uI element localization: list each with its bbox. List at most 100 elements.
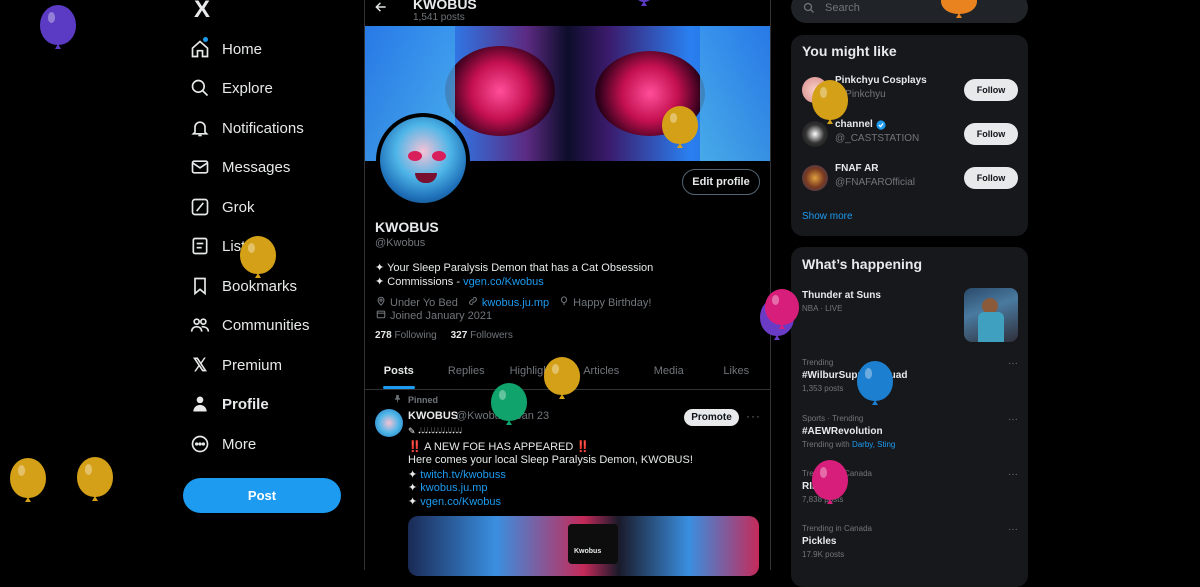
trend-more-icon[interactable]: ··· <box>1008 469 1018 480</box>
trend-more-icon[interactable]: ··· <box>1008 358 1018 369</box>
location-icon <box>376 296 386 309</box>
tweet-image-caption: Kwobus <box>574 548 602 555</box>
balloon-decoration <box>765 289 799 325</box>
notification-dot <box>203 37 208 42</box>
nav-label: Home <box>222 40 263 58</box>
whats-happening-card: What’s happening Thunder at Suns NBA · L… <box>791 247 1028 587</box>
trend-more-icon[interactable]: ··· <box>1008 524 1018 535</box>
profile-website[interactable]: kwobus.ju.mp <box>482 297 549 309</box>
post-button[interactable]: Post <box>183 478 341 513</box>
show-more-link[interactable]: Show more <box>802 211 853 222</box>
trend-item[interactable]: Trending in Canada Pickles 17.9K posts ·… <box>802 524 1018 559</box>
balloon-decoration <box>812 80 848 120</box>
tab-posts[interactable]: Posts <box>365 352 433 389</box>
tweet-more-icon[interactable]: ··· <box>746 409 761 423</box>
tweet-link-2[interactable]: kwobus.ju.mp <box>420 482 487 494</box>
account-name[interactable]: Pinkchyu Cosplays <box>835 75 927 86</box>
calendar-icon <box>376 309 386 322</box>
tab-replies[interactable]: Replies <box>433 352 501 389</box>
pin-icon <box>393 394 402 405</box>
back-arrow-icon[interactable] <box>374 0 392 18</box>
follow-button[interactable]: Follow <box>964 123 1018 145</box>
nav-explore[interactable]: Explore <box>188 68 273 108</box>
tweet-line-2: Here comes your local Sleep Paralysis De… <box>408 454 693 466</box>
edit-profile-button[interactable]: Edit profile <box>682 169 760 195</box>
nav-label: Communities <box>222 316 310 334</box>
trend-featured[interactable]: Thunder at Suns NBA · LIVE <box>802 288 1018 344</box>
tweet-author[interactable]: KWOBUS <box>408 410 458 422</box>
search-input[interactable]: Search <box>791 0 1028 23</box>
nav-communities[interactable]: Communities <box>188 305 310 345</box>
nav-more[interactable]: More <box>188 424 256 464</box>
grok-icon <box>188 195 212 219</box>
link-icon <box>468 296 478 309</box>
balloon-decoration <box>77 457 113 497</box>
account-handle: @_CASTSTATION <box>835 133 920 144</box>
tweet-link-1[interactable]: twitch.tv/kwobuss <box>420 469 506 481</box>
nav-profile[interactable]: Profile <box>188 384 269 424</box>
bio-line-1: ✦ Your Sleep Paralysis Demon that has a … <box>375 262 654 274</box>
avatar[interactable] <box>802 121 828 147</box>
balloon-icon <box>559 296 569 309</box>
search-placeholder: Search <box>825 1 860 14</box>
profile-birthday: Happy Birthday! <box>573 296 652 309</box>
tweet-link-row-2: ✦ kwobus.ju.mp <box>408 482 488 494</box>
tab-likes[interactable]: Likes <box>703 352 771 389</box>
person-icon <box>188 392 212 416</box>
balloon-decoration <box>240 236 276 274</box>
followers-stat[interactable]: 327 Followers <box>451 330 513 341</box>
follow-button[interactable]: Follow <box>964 79 1018 101</box>
profile-meta-row: Under Yo Bed kwobus.ju.mp Happy Birthday… <box>376 296 651 309</box>
nav-label: More <box>222 435 257 453</box>
profile-joined: Joined January 2021 <box>390 309 493 322</box>
tweet-image[interactable]: Kwobus <box>408 516 759 576</box>
nav-label: Profile <box>222 395 269 413</box>
search-icon <box>803 2 815 14</box>
nav-messages[interactable]: Messages <box>188 147 290 187</box>
bio-link[interactable]: vgen.co/Kwobus <box>463 276 544 288</box>
profile-avatar[interactable] <box>376 113 470 207</box>
balloon-decoration <box>857 361 893 401</box>
balloon-decoration <box>40 5 76 45</box>
tweet-link-row-1: ✦ twitch.tv/kwobuss <box>408 469 506 481</box>
bell-icon <box>188 116 212 140</box>
trend-related-links[interactable]: Darby, Sting <box>852 440 895 449</box>
suggested-account[interactable]: channel @_CASTSTATION Follow <box>802 117 1018 157</box>
account-name[interactable]: FNAF AR <box>835 163 879 174</box>
balloon-decoration <box>544 357 580 395</box>
balloon-decoration <box>491 383 527 421</box>
tweet-link-3[interactable]: vgen.co/Kwobus <box>420 496 501 508</box>
balloon-decoration <box>812 460 848 500</box>
balloon-decoration <box>10 458 46 498</box>
following-stat[interactable]: 278 Following <box>375 330 437 341</box>
you-might-like-title: You might like <box>802 43 897 59</box>
x-logo-icon[interactable]: X <box>189 0 215 24</box>
pinned-indicator: Pinned <box>393 394 438 405</box>
nav-home[interactable]: Home <box>188 29 262 69</box>
trend-item[interactable]: Sports · Trending #AEWRevolution Trendin… <box>802 414 1018 449</box>
nav-bookmarks[interactable]: Bookmarks <box>188 266 297 306</box>
home-icon <box>188 37 212 61</box>
nav-notifications[interactable]: Notifications <box>188 108 304 148</box>
tweet-avatar[interactable] <box>375 409 403 437</box>
header-name: KWOBUS <box>413 0 477 12</box>
suggested-account[interactable]: FNAF AR @FNAFAROfficial Follow <box>802 161 1018 201</box>
tweet-line-1: ‼️ A NEW FOE HAS APPEARED ‼️ <box>408 441 591 453</box>
nav-premium[interactable]: 𝕏 Premium <box>188 345 282 385</box>
account-name[interactable]: channel <box>835 119 886 130</box>
trend-image <box>964 288 1018 342</box>
trend-more-icon[interactable]: ··· <box>1008 414 1018 425</box>
people-icon <box>188 313 212 337</box>
nav-label: Explore <box>222 79 273 97</box>
follow-button[interactable]: Follow <box>964 167 1018 189</box>
nav-grok[interactable]: Grok <box>188 187 255 227</box>
tab-media[interactable]: Media <box>635 352 703 389</box>
promote-button[interactable]: Promote <box>684 409 739 426</box>
tweet-line-0: ✎ 𝆺𝅥𝆺𝅥𝆺𝅥𝆺𝅥𝆺𝅥𝆺𝅥𝆺𝅥𝆺𝅥𝆺𝅥𝆺𝅥𝆺𝅥𝆺𝅥𝆺𝅥 <box>408 426 463 436</box>
avatar[interactable] <box>802 165 828 191</box>
profile-joined-row: Joined January 2021 <box>376 309 492 322</box>
profile-name: KWOBUS <box>375 219 439 235</box>
nav-label: Bookmarks <box>222 277 298 295</box>
trend-item[interactable]: Trending #WilburSupportSquad 1,353 posts… <box>802 358 1018 393</box>
profile-handle: @Kwobus <box>375 237 426 249</box>
